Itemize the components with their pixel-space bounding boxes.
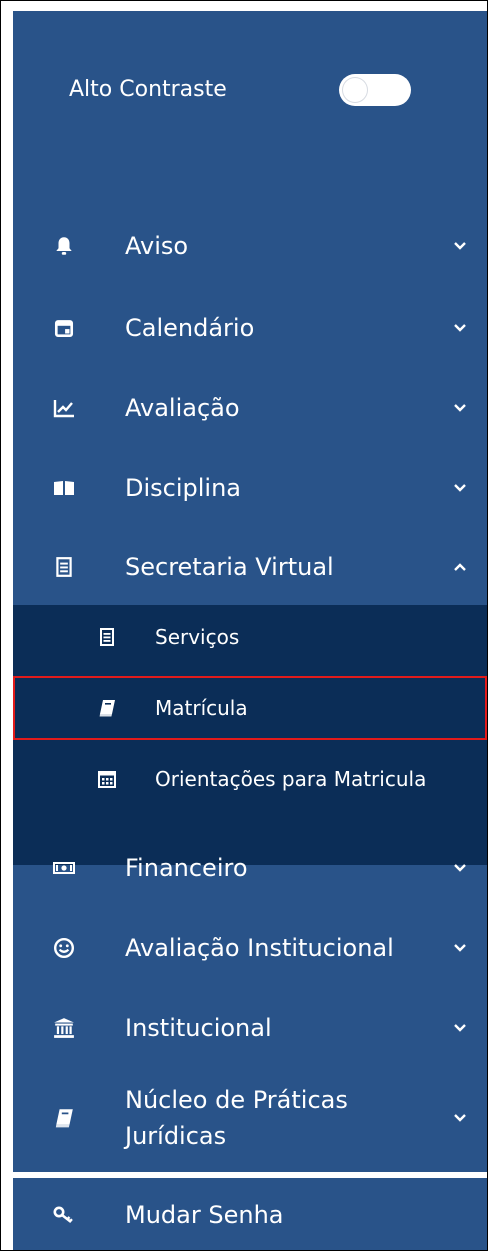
- high-contrast-label: Alto Contraste: [69, 77, 227, 102]
- bell-icon: [56, 237, 72, 255]
- menu-item-secretaria-virtual[interactable]: Secretaria Virtual: [13, 527, 487, 607]
- document-list-icon: [56, 557, 72, 577]
- chevron-down-icon: [454, 1024, 466, 1032]
- menu-item-label: Avaliação Institucional: [125, 934, 394, 962]
- document-list-icon: [100, 628, 114, 646]
- menu-item-mudar-senha[interactable]: Mudar Senha: [13, 1178, 487, 1250]
- menu-item-disciplina[interactable]: Disciplina: [13, 448, 487, 528]
- menu-item-label: Núcleo de Práticas Jurídicas: [125, 1086, 348, 1150]
- menu-item-avaliacao[interactable]: Avaliação: [13, 368, 487, 448]
- money-icon: [53, 862, 75, 874]
- chevron-down-icon: [454, 404, 466, 412]
- menu-item-nucleo-praticas-juridicas[interactable]: Núcleo de Práticas Jurídicas: [13, 1068, 487, 1168]
- book-icon: [99, 700, 115, 717]
- chevron-up-icon: [454, 563, 466, 571]
- menu-item-institucional[interactable]: Institucional: [13, 988, 487, 1068]
- menu-item-avaliacao-institucional[interactable]: Avaliação Institucional: [13, 908, 487, 988]
- calendar-icon: [54, 320, 74, 338]
- key-icon: [53, 1206, 73, 1224]
- menu-item-label: Disciplina: [125, 474, 242, 502]
- menu-item-label: Institucional: [125, 1014, 272, 1042]
- open-book-icon: [54, 481, 74, 495]
- menu-item-label: Mudar Senha: [125, 1201, 284, 1229]
- smile-icon: [53, 937, 75, 959]
- menu-item-financeiro[interactable]: Financeiro: [13, 828, 487, 908]
- institution-icon: [54, 1018, 74, 1038]
- chevron-down-icon: [454, 864, 466, 872]
- submenu-item-matricula[interactable]: Matrícula: [13, 676, 487, 740]
- menu-item-label: Financeiro: [125, 854, 248, 882]
- chevron-down-icon: [454, 242, 466, 250]
- high-contrast-toggle[interactable]: [339, 74, 411, 106]
- calendar-grid-icon: [98, 771, 116, 788]
- menu-item-aviso[interactable]: Aviso: [13, 206, 487, 286]
- menu-item-label: Calendário: [125, 314, 255, 342]
- chevron-down-icon: [454, 1114, 466, 1122]
- line-chart-icon: [53, 400, 74, 418]
- submenu-secretaria-virtual: Serviços Matrícula Orientações para Matr…: [13, 605, 487, 865]
- submenu-item-label: Serviços: [155, 625, 240, 649]
- submenu-item-label: Matrícula: [155, 696, 248, 720]
- submenu-item-servicos[interactable]: Serviços: [13, 605, 487, 669]
- high-contrast-row: Alto Contraste: [13, 11, 487, 176]
- submenu-item-label: Orientações para Matricula: [155, 767, 427, 791]
- menu-item-label: Avaliação: [125, 394, 240, 422]
- book-icon: [55, 1109, 73, 1128]
- menu-item-label: Aviso: [125, 232, 189, 260]
- sidebar: Alto Contraste Aviso Calendário Avaliaçã…: [13, 11, 487, 1250]
- screenshot-frame: Alto Contraste Aviso Calendário Avaliaçã…: [0, 0, 488, 1251]
- chevron-down-icon: [454, 324, 466, 332]
- chevron-down-icon: [454, 944, 466, 952]
- menu-item-calendario[interactable]: Calendário: [13, 288, 487, 368]
- menu-item-label: Secretaria Virtual: [125, 553, 334, 581]
- toggle-knob: [342, 77, 368, 103]
- chevron-down-icon: [454, 484, 466, 492]
- submenu-item-orientacoes[interactable]: Orientações para Matricula: [13, 747, 487, 811]
